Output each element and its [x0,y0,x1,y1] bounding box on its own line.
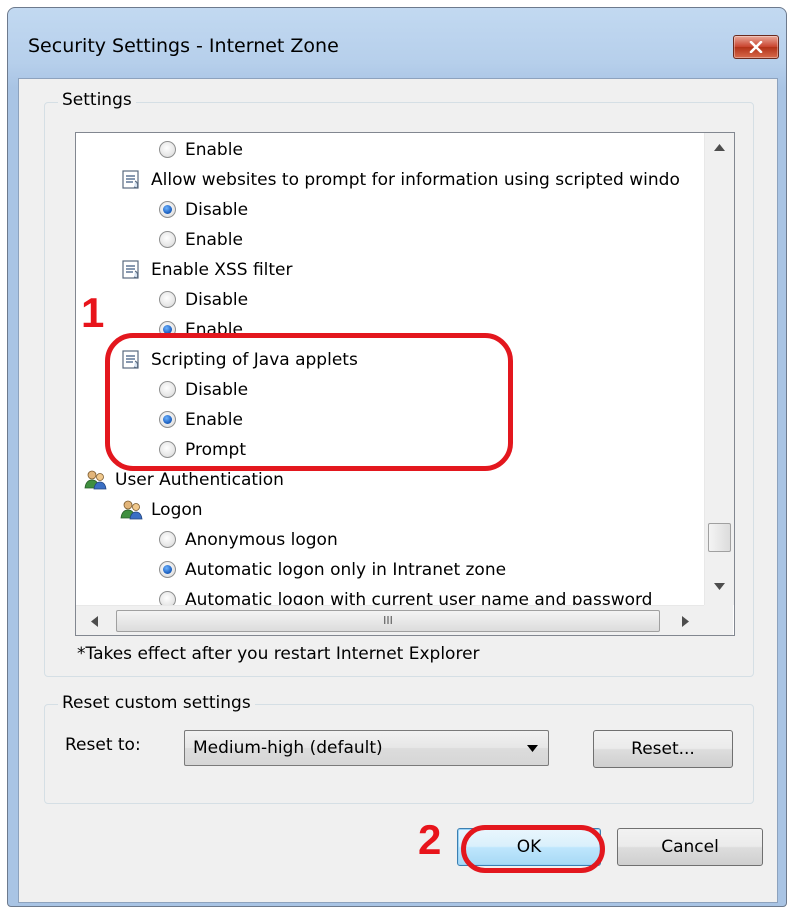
horizontal-scroll-thumb[interactable]: III [116,610,660,632]
reset-level-value: Medium-high (default) [193,738,383,758]
radio-button-checked[interactable] [159,561,176,578]
radio-button[interactable] [159,231,176,248]
row-label: Allow websites to prompt for information… [151,170,680,190]
vertical-scrollbar[interactable] [704,133,734,605]
dialog-window: Security Settings - Internet Zone Settin… [7,7,787,907]
step-2-marker: 2 [418,816,442,863]
window-title: Security Settings - Internet Zone [28,35,339,57]
restart-footnote: *Takes effect after you restart Internet… [77,644,480,664]
scroll-left-arrow-icon[interactable] [91,616,98,627]
users-icon [84,469,108,491]
scroll-right-arrow-icon[interactable] [682,616,689,627]
script-settings-icon [120,169,144,191]
reset-button[interactable]: Reset... [593,730,733,768]
title-bar[interactable]: Security Settings - Internet Zone [8,8,786,78]
row-label: Disable [185,200,249,220]
java-applets-highlight [105,333,513,471]
script-settings-icon [120,259,144,281]
dialog-body: Settings Enable Allow websites to prompt … [18,78,778,903]
radio-button[interactable] [159,141,176,158]
reset-group-label: Reset custom settings [58,693,255,713]
settings-group-label: Settings [58,90,136,110]
chevron-down-icon [527,745,538,752]
row-label: Anonymous logon [185,530,338,550]
close-icon [749,41,763,53]
close-button[interactable] [733,35,779,59]
cancel-button[interactable]: Cancel [617,828,763,866]
reset-level-dropdown[interactable]: Medium-high (default) [184,730,549,766]
scroll-grip: III [383,614,393,627]
vertical-scroll-thumb[interactable] [708,523,731,552]
row-label: Enable [185,230,243,250]
scrollbar-corner [704,605,733,635]
row-label: Enable XSS filter [151,260,293,280]
ok-button-highlight [461,825,605,873]
row-label: Automatic logon only in Intranet zone [185,560,507,580]
scroll-up-arrow-icon[interactable] [714,144,725,151]
scroll-down-arrow-icon[interactable] [714,583,725,590]
radio-button-checked[interactable] [159,201,176,218]
users-icon [120,499,144,521]
row-label: Disable [185,290,249,310]
horizontal-scrollbar[interactable]: III [76,605,704,635]
row-label: Enable [185,140,243,160]
reset-to-label: Reset to: [65,735,141,755]
radio-button[interactable] [159,291,176,308]
step-1-marker: 1 [81,289,105,336]
row-label: Logon [151,500,203,520]
radio-button[interactable] [159,531,176,548]
